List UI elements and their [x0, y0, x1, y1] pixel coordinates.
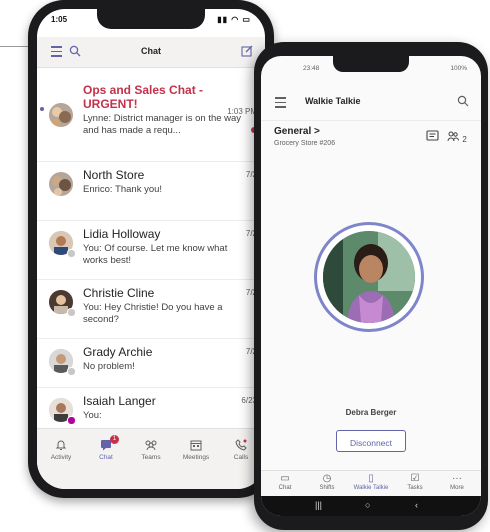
page-title: Walkie Talkie — [305, 96, 361, 106]
chat-row-north-store[interactable]: North Store 7/2 Enrico: Thank you! — [37, 162, 265, 221]
members-button[interactable]: 2 — [447, 130, 467, 145]
speaker-avatar-ring — [314, 222, 424, 332]
back-icon[interactable]: ‹ — [415, 500, 418, 510]
chat-row-ops-sales[interactable]: Ops and Sales Chat - URGENT! 1:03 PM Lyn… — [37, 77, 265, 162]
chat-name: Ops and Sales Chat - URGENT! — [83, 83, 204, 111]
presence-out-of-office-icon — [67, 416, 76, 425]
bell-icon — [54, 439, 68, 451]
tab-teams[interactable]: Teams — [129, 439, 173, 461]
member-count: 2 — [462, 135, 467, 144]
chat-icon: ▭ — [280, 473, 290, 484]
phone-icon — [234, 439, 248, 451]
tab-label: Tasks — [407, 485, 423, 491]
tab-label: Teams — [141, 454, 161, 461]
presence-offline-icon — [67, 367, 76, 376]
chat-app-bar: Chat — [37, 37, 265, 68]
disconnect-button[interactable]: Disconnect — [336, 430, 406, 452]
iphone-notch — [97, 9, 205, 29]
tasks-icon: ☑ — [410, 473, 420, 484]
chat-preview: You: — [83, 410, 102, 421]
status-battery: 100% — [450, 65, 467, 72]
group-avatar — [49, 103, 73, 127]
android-screen: 23:48 100% Walkie Talkie General > Groce… — [261, 56, 481, 516]
bottom-tab-bar: ▭ Chat ◷ Shifts ▯ Walkie Talkie ☑ Tasks … — [261, 470, 481, 497]
speaker-name: Debra Berger — [345, 408, 397, 417]
tab-chat[interactable]: ▭ Chat — [265, 473, 305, 491]
tab-more[interactable]: ··· More — [437, 473, 477, 491]
iphone-device: 1:05 ▮▮ ◠ ▭ Chat Ops and Sales Chat - UR… — [28, 0, 274, 498]
channel-selector[interactable]: General > — [274, 126, 320, 137]
walkie-talkie-app-bar: Walkie Talkie — [261, 88, 481, 116]
android-nav-bar: ||| ○ ‹ — [261, 496, 481, 516]
team-name: Grocery Store #206 — [274, 140, 336, 147]
chat-name: Lidia Holloway — [83, 227, 161, 241]
tab-chat[interactable]: 1 Chat — [79, 435, 128, 461]
tab-label: Activity — [50, 454, 72, 461]
home-icon[interactable]: ○ — [365, 500, 370, 510]
group-avatar — [49, 172, 73, 196]
compose-icon[interactable] — [241, 45, 253, 59]
chat-row-lidia-holloway[interactable]: Lidia Holloway 7/2 You: Of course. Let m… — [37, 221, 265, 280]
channel-chat-icon[interactable] — [426, 130, 439, 146]
search-icon[interactable] — [457, 95, 469, 110]
chat-preview: You: Of course. Let me know what works b… — [83, 243, 228, 266]
teams-icon — [144, 439, 158, 451]
tab-label: Walkie Talkie — [353, 485, 389, 491]
people-icon — [447, 131, 462, 145]
iphone-screen: 1:05 ▮▮ ◠ ▭ Chat Ops and Sales Chat - UR… — [37, 9, 265, 489]
unread-badge: 1 — [110, 435, 119, 444]
hamburger-menu-icon[interactable] — [275, 97, 286, 111]
status-icons: ▮▮ ◠ ▭ — [217, 15, 251, 24]
tab-label: More — [450, 485, 464, 491]
recent-apps-icon[interactable]: ||| — [315, 500, 322, 510]
unread-indicator — [40, 107, 44, 111]
tab-shifts[interactable]: ◷ Shifts — [307, 473, 347, 491]
tab-activity[interactable]: Activity — [39, 439, 83, 461]
chat-row-christie-cline[interactable]: Christie Cline 7/2 You: Hey Christie! Do… — [37, 280, 265, 339]
chat-name: Grady Archie — [83, 345, 153, 359]
bottom-tab-bar: Activity 1 Chat Teams Meetings Calls — [37, 428, 265, 489]
chat-list: Ops and Sales Chat - URGENT! 1:03 PM Lyn… — [37, 77, 265, 433]
chat-preview: No problem! — [83, 361, 135, 372]
chat-row-grady-archie[interactable]: Grady Archie 7/2 No problem! — [37, 339, 265, 388]
divider — [261, 120, 481, 121]
tab-walkie-talkie[interactable]: ▯ Walkie Talkie — [351, 473, 391, 491]
more-icon: ··· — [452, 473, 462, 484]
page-title: Chat — [141, 46, 161, 56]
walkie-talkie-icon: ▯ — [368, 473, 374, 484]
calendar-icon — [189, 439, 203, 451]
android-notch — [333, 56, 409, 72]
speaker-avatar — [323, 231, 415, 323]
chat-row-isaiah-langer[interactable]: Isaiah Langer 6/23 You: — [37, 388, 265, 433]
presence-offline-icon — [67, 249, 76, 258]
tab-meetings[interactable]: Meetings — [174, 439, 218, 461]
tab-label: Shifts — [319, 485, 335, 491]
tab-label: Chat — [278, 485, 292, 491]
status-time: 23:48 — [303, 65, 320, 72]
chat-name: Isaiah Langer — [83, 394, 156, 408]
tab-tasks[interactable]: ☑ Tasks — [395, 473, 435, 491]
tab-label: Chat — [99, 454, 113, 461]
clock-icon: ◷ — [322, 473, 332, 484]
chat-name: Christie Cline — [83, 286, 155, 300]
status-time: 1:05 — [51, 15, 68, 24]
chat-preview: Lynne: District manager is on the way an… — [83, 113, 242, 136]
android-device: 23:48 100% Walkie Talkie General > Groce… — [254, 42, 488, 530]
tab-label: Meetings — [182, 454, 210, 461]
chat-preview: You: Hey Christie! Do you have a second? — [83, 302, 223, 325]
chat-name: North Store — [83, 168, 145, 182]
chat-preview: Enrico: Thank you! — [83, 184, 163, 195]
presence-offline-icon — [67, 308, 76, 317]
